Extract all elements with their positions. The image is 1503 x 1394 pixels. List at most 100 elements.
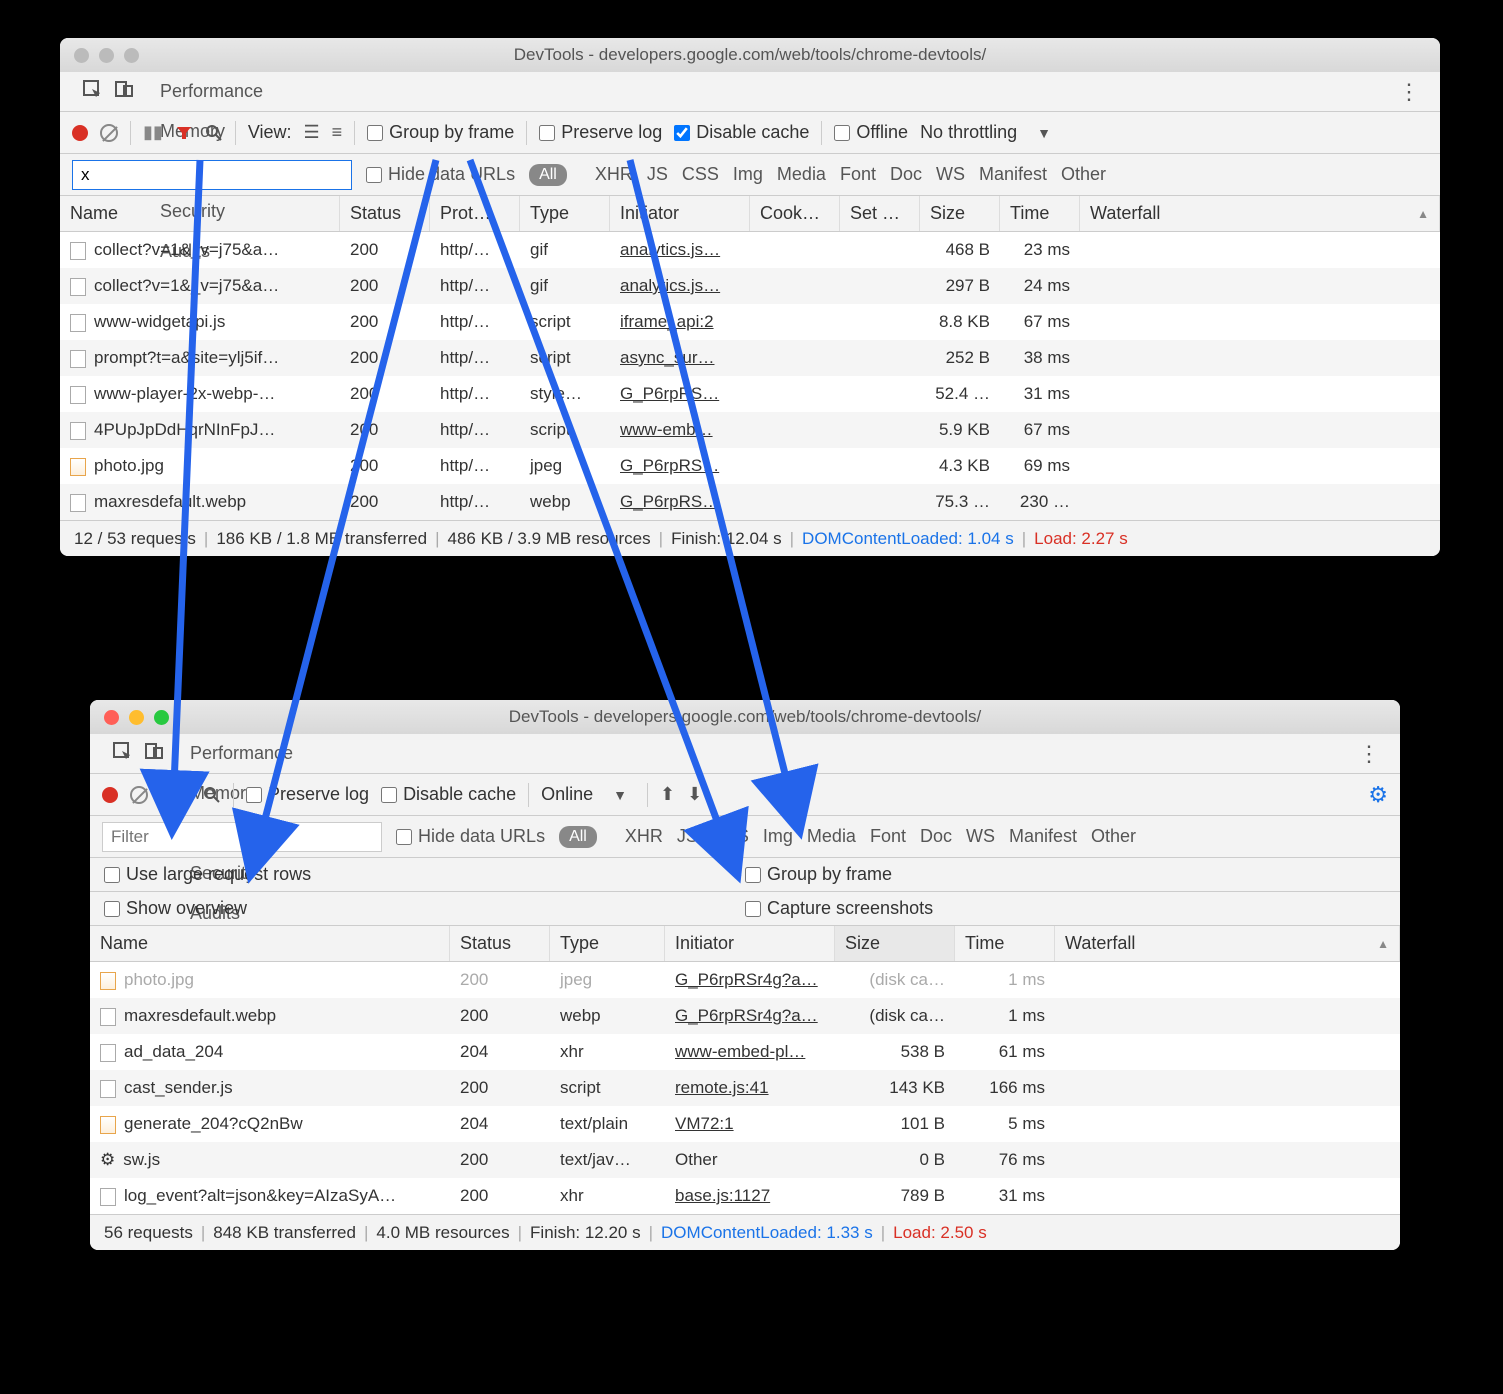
filter-type-font[interactable]: Font (840, 164, 876, 184)
col-name[interactable]: Name (60, 196, 340, 231)
filter-type-ws[interactable]: WS (966, 826, 995, 846)
filter-type-media[interactable]: Media (807, 826, 856, 846)
capture-screenshots-checkbox[interactable]: Capture screenshots (745, 898, 933, 919)
clear-icon[interactable] (100, 124, 118, 142)
minimize-icon[interactable] (129, 710, 144, 725)
filter-type-xhr[interactable]: XHR (625, 826, 663, 846)
search-icon[interactable] (205, 124, 223, 142)
preserve-log-checkbox[interactable]: Preserve log (246, 784, 369, 805)
filter-type-manifest[interactable]: Manifest (1009, 826, 1077, 846)
table-row[interactable]: www-player-2x-webp-… 200http/…style… G_P… (60, 376, 1440, 412)
large-rows-checkbox[interactable]: Use large request rows (104, 864, 311, 885)
table-row[interactable]: photo.jpg 200jpeg G_P6rpRSr4g?a… (disk c… (90, 962, 1400, 998)
table-row[interactable]: ad_data_204 204xhr www-embed-pl… 538 B61… (90, 1034, 1400, 1070)
hide-data-urls-checkbox[interactable]: Hide data URLs (366, 164, 515, 185)
offline-checkbox[interactable]: Offline (834, 122, 908, 143)
col-waterfall[interactable]: Waterfall▲ (1080, 196, 1440, 231)
col-time[interactable]: Time (1000, 196, 1080, 231)
dropdown-icon[interactable]: ▼ (605, 787, 635, 803)
online-select[interactable]: Online (541, 784, 593, 805)
upload-icon[interactable]: ⬆ (660, 784, 675, 805)
table-row[interactable]: www-widgetapi.js 200http/…script iframe_… (60, 304, 1440, 340)
close-icon[interactable] (104, 710, 119, 725)
minimize-icon[interactable] (99, 48, 114, 63)
table-row[interactable]: log_event?alt=json&key=AIzaSyA… 200xhr b… (90, 1178, 1400, 1214)
table-row[interactable]: maxresdefault.webp 200webp G_P6rpRSr4g?a… (90, 998, 1400, 1034)
filter-type-other[interactable]: Other (1061, 164, 1106, 184)
table-row[interactable]: generate_204?cQ2nBw 204text/plain VM72:1… (90, 1106, 1400, 1142)
col-initiator[interactable]: Initiator (610, 196, 750, 231)
tab-performance[interactable]: Performance (176, 734, 307, 774)
filter-type-doc[interactable]: Doc (920, 826, 952, 846)
filter-icon[interactable] (175, 124, 193, 142)
group-by-frame-checkbox[interactable]: Group by frame (367, 122, 514, 143)
table-row[interactable]: collect?v=1&_v=j75&a… 200http/…gif analy… (60, 268, 1440, 304)
titlebar[interactable]: DevTools - developers.google.com/web/too… (90, 700, 1400, 734)
preserve-log-checkbox[interactable]: Preserve log (539, 122, 662, 143)
maximize-icon[interactable] (154, 710, 169, 725)
table-row[interactable]: ⚙sw.js 200text/jav… Other 0 B76 ms (90, 1142, 1400, 1178)
disable-cache-checkbox[interactable]: Disable cache (381, 784, 516, 805)
table-row[interactable]: prompt?t=a&site=ylj5if… 200http/…script … (60, 340, 1440, 376)
filter-type-img[interactable]: Img (733, 164, 763, 184)
close-icon[interactable] (74, 48, 89, 63)
filter-type-doc[interactable]: Doc (890, 164, 922, 184)
kebab-menu[interactable]: ⋮ (1348, 741, 1390, 767)
col-status[interactable]: Status (450, 926, 550, 961)
filter-type-other[interactable]: Other (1091, 826, 1136, 846)
col-size[interactable]: Size (835, 926, 955, 961)
col-time[interactable]: Time (955, 926, 1055, 961)
filter-input[interactable] (72, 160, 352, 190)
table-row[interactable]: photo.jpg 200http/…jpeg G_P6rpRS… 4.3 KB… (60, 448, 1440, 484)
filter-type-font[interactable]: Font (870, 826, 906, 846)
tab-performance[interactable]: Performance (146, 72, 277, 112)
filter-icon[interactable] (173, 786, 191, 804)
disable-cache-checkbox[interactable]: Disable cache (674, 122, 809, 143)
device-icon[interactable] (114, 79, 134, 104)
download-icon[interactable]: ⬇ (687, 784, 702, 805)
camera-icon[interactable]: ▮▮ (143, 122, 163, 143)
col-cookies[interactable]: Cook… (750, 196, 840, 231)
filter-type-js[interactable]: JS (677, 826, 698, 846)
inspect-icon[interactable] (112, 741, 132, 766)
col-name[interactable]: Name (90, 926, 450, 961)
col-protocol[interactable]: Prot… (430, 196, 520, 231)
filter-type-ws[interactable]: WS (936, 164, 965, 184)
table-row[interactable]: maxresdefault.webp 200http/…webp G_P6rpR… (60, 484, 1440, 520)
filter-all[interactable]: All (559, 826, 597, 848)
throttling-select[interactable]: No throttling (920, 122, 1017, 143)
filter-type-js[interactable]: JS (647, 164, 668, 184)
col-size[interactable]: Size (920, 196, 1000, 231)
table-row[interactable]: collect?v=1&_v=j75&a… 200http/…gif analy… (60, 232, 1440, 268)
filter-type-img[interactable]: Img (763, 826, 793, 846)
filter-input[interactable] (102, 822, 382, 852)
titlebar[interactable]: DevTools - developers.google.com/web/too… (60, 38, 1440, 72)
col-status[interactable]: Status (340, 196, 430, 231)
record-button[interactable] (72, 125, 88, 141)
maximize-icon[interactable] (124, 48, 139, 63)
col-type[interactable]: Type (520, 196, 610, 231)
filter-type-css[interactable]: CSS (712, 826, 749, 846)
col-type[interactable]: Type (550, 926, 665, 961)
hide-data-urls-checkbox[interactable]: Hide data URLs (396, 826, 545, 847)
search-icon[interactable] (203, 786, 221, 804)
filter-type-xhr[interactable]: XHR (595, 164, 633, 184)
filter-type-media[interactable]: Media (777, 164, 826, 184)
record-button[interactable] (102, 787, 118, 803)
table-row[interactable]: 4PUpJpDdHqrNInFpJ… 200http/…script www-e… (60, 412, 1440, 448)
filter-type-css[interactable]: CSS (682, 164, 719, 184)
group-by-frame-checkbox[interactable]: Group by frame (745, 864, 892, 885)
col-set-cookies[interactable]: Set … (840, 196, 920, 231)
filter-all[interactable]: All (529, 164, 567, 186)
overview-icon[interactable]: ≡ (332, 122, 343, 143)
settings-icon[interactable]: ⚙ (1368, 782, 1388, 808)
large-rows-icon[interactable]: ☰ (304, 122, 320, 143)
inspect-icon[interactable] (82, 79, 102, 104)
col-waterfall[interactable]: Waterfall▲ (1055, 926, 1400, 961)
kebab-menu[interactable]: ⋮ (1388, 79, 1430, 105)
filter-type-manifest[interactable]: Manifest (979, 164, 1047, 184)
dropdown-icon[interactable]: ▼ (1029, 125, 1059, 141)
show-overview-checkbox[interactable]: Show overview (104, 898, 247, 919)
col-initiator[interactable]: Initiator (665, 926, 835, 961)
device-icon[interactable] (144, 741, 164, 766)
